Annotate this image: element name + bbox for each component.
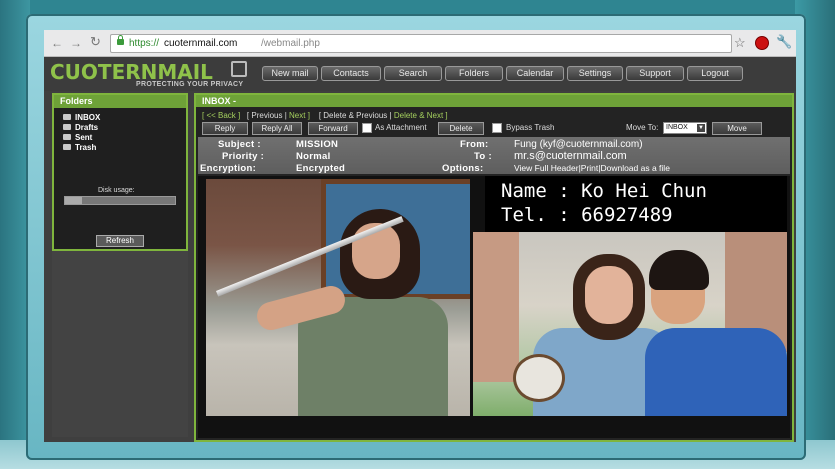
url-host: cuoternmail.com (164, 38, 238, 49)
draft-icon (63, 124, 71, 130)
arrow-right-icon[interactable]: → (70, 36, 82, 50)
delete-previous-link[interactable]: [ Delete & Previous | (319, 111, 392, 120)
folder-label: Sent (75, 133, 93, 142)
message-actions: Reply Reply All Forward As Attachment De… (202, 122, 786, 135)
move-to-value: INBOX (666, 124, 688, 131)
next-link[interactable]: Next ] (289, 111, 310, 120)
subject-label: Subject : (218, 139, 261, 150)
new-mail-button[interactable]: New mail (262, 66, 318, 81)
bypass-trash-checkbox[interactable] (492, 123, 502, 133)
options-links[interactable]: View Full Header|Print|Download as a fil… (514, 163, 670, 174)
photo-face (585, 266, 633, 324)
lock-icon (117, 35, 124, 45)
folder-label: Trash (75, 143, 97, 152)
padlock-icon (231, 61, 247, 77)
message-body: Name : Ko Hei Chun Tel. : 66927489 (198, 176, 790, 438)
move-button[interactable]: Move (712, 122, 762, 135)
as-attachment-checkbox[interactable] (362, 123, 372, 133)
wrench-icon[interactable]: 🔧 (776, 34, 792, 50)
settings-button[interactable]: Settings (567, 66, 623, 81)
browser-toolbar: ← → ↻ https:// cuoternmail.com /webmail.… (44, 30, 796, 57)
sent-icon (63, 134, 71, 140)
disk-usage-fill (65, 197, 82, 204)
folder-label: INBOX (75, 113, 101, 122)
options-label: Options: (442, 163, 484, 174)
folder-inbox[interactable]: INBOX (63, 113, 100, 123)
stop-icon[interactable] (755, 36, 769, 50)
back-link[interactable]: [ << Back ] (202, 111, 240, 120)
bypass-trash-label: Bypass Trash (506, 123, 555, 132)
photo-flute-player (206, 179, 470, 416)
refresh-button[interactable]: Refresh (96, 235, 144, 247)
logout-button[interactable]: Logout (687, 66, 743, 81)
priority-label: Priority : (222, 151, 265, 162)
folder-label: Drafts (75, 123, 99, 132)
move-to-label: Move To: (626, 123, 659, 132)
move-to-select[interactable]: INBOX ▼ (663, 122, 707, 134)
chevron-down-icon: ▼ (697, 124, 705, 132)
url-path: /webmail.php (261, 38, 320, 49)
from-value: Fung (kyf@cuoternmail.com) (514, 139, 643, 150)
priority-value: Normal (296, 151, 331, 162)
contacts-button[interactable]: Contacts (321, 66, 381, 81)
folder-trash[interactable]: Trash (63, 143, 96, 153)
delete-next-link[interactable]: Delete & Next ] (394, 111, 448, 120)
message-panel: INBOX - [ << Back ] [ Previous | Next ] … (194, 93, 794, 442)
message-navigation: [ << Back ] [ Previous | Next ] [ Delete… (202, 111, 448, 120)
folders-button[interactable]: Folders (445, 66, 503, 81)
folders-panel: Folders INBOX Drafts Sent Trash Disk usa… (52, 93, 188, 251)
folder-drafts[interactable]: Drafts (63, 123, 98, 133)
photo-hair (649, 250, 709, 290)
reload-icon[interactable]: ↻ (90, 35, 101, 49)
inbox-title: INBOX - (196, 95, 792, 107)
contact-tel: Tel. : 66927489 (501, 204, 673, 226)
encryption-value: Encrypted (296, 163, 346, 174)
photo-figure (645, 328, 787, 416)
delete-button[interactable]: Delete (438, 122, 484, 135)
from-label: From: (460, 139, 489, 150)
disk-usage-bar (64, 196, 176, 205)
sidebar-empty-area (52, 251, 188, 437)
address-bar[interactable]: https:// cuoternmail.com /webmail.php (110, 34, 732, 53)
contact-name: Name : Ko Hei Chun (501, 180, 707, 202)
contact-card: Name : Ko Hei Chun Tel. : 66927489 (485, 176, 787, 232)
folder-icon (63, 114, 71, 120)
folders-title: Folders (54, 95, 186, 108)
forward-button[interactable]: Forward (308, 122, 358, 135)
app-tagline: PROTECTING YOUR PRIVACY (136, 81, 244, 88)
trash-icon (63, 144, 71, 150)
as-attachment-label: As Attachment (375, 123, 427, 132)
search-button[interactable]: Search (384, 66, 442, 81)
arrow-left-icon[interactable]: ← (51, 36, 63, 50)
folder-sent[interactable]: Sent (63, 133, 92, 143)
app-header: CUOTERNMAIL PROTECTING YOUR PRIVACY New … (44, 57, 796, 91)
url-protocol: https:// (129, 38, 160, 49)
to-value: mr.s@cuoternmail.com (514, 150, 627, 162)
photo-couple (473, 232, 787, 416)
monitor-screen: ← → ↻ https:// cuoternmail.com /webmail.… (44, 30, 796, 442)
message-header: Subject : MISSION Priority : Normal Encr… (198, 137, 790, 174)
previous-link[interactable]: [ Previous | (247, 111, 287, 120)
photo-building (473, 232, 519, 382)
reply-button[interactable]: Reply (202, 122, 248, 135)
disk-usage-label: Disk usage: (98, 187, 135, 194)
reply-all-button[interactable]: Reply All (252, 122, 302, 135)
room-wall-top (0, 0, 835, 14)
to-label: To : (474, 151, 492, 162)
subject-value: MISSION (296, 139, 339, 150)
encryption-label: Encryption: (200, 163, 257, 174)
ukulele-icon (513, 354, 565, 402)
star-icon[interactable]: ☆ (734, 35, 746, 51)
support-button[interactable]: Support (626, 66, 684, 81)
calendar-button[interactable]: Calendar (506, 66, 564, 81)
